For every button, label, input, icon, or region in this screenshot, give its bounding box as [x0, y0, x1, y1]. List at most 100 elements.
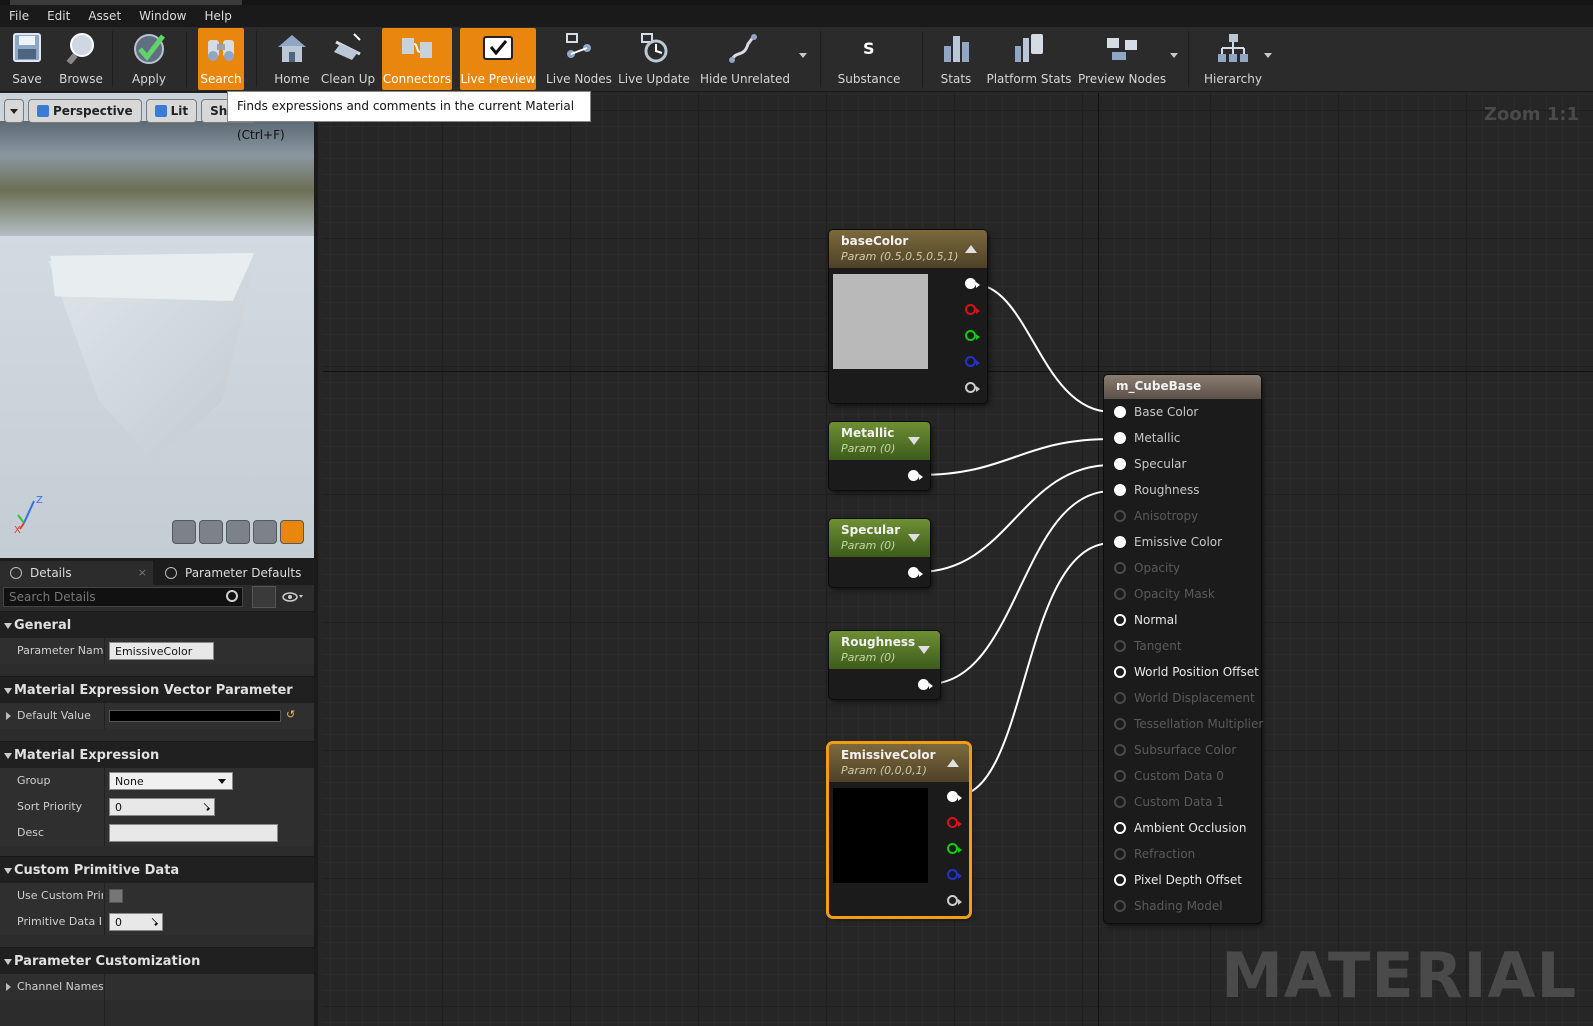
category-general[interactable]: General — [0, 611, 314, 638]
expand-arrow-icon[interactable] — [918, 646, 930, 654]
cube-mesh-icon[interactable] — [253, 520, 277, 544]
hierarchy-button[interactable]: Hierarchy — [1198, 28, 1268, 90]
category-parameter-customization[interactable]: Parameter Customization — [0, 947, 314, 974]
input-pin-icon[interactable] — [1114, 562, 1126, 574]
hide-unrelated-button[interactable]: Hide Unrelated — [700, 28, 790, 90]
prop-default-value[interactable]: Default Value ↺ — [0, 703, 314, 729]
group-combobox[interactable]: None — [109, 772, 233, 790]
input-pin-icon[interactable] — [1114, 484, 1126, 496]
output-pin-rgb[interactable] — [965, 278, 980, 289]
clean-up-button[interactable]: Clean Up — [318, 28, 378, 90]
preview-nodes-button[interactable]: Preview Nodes — [1078, 28, 1166, 90]
output-pin-g[interactable] — [947, 843, 962, 854]
save-button[interactable]: Save — [4, 28, 50, 90]
close-tab-icon[interactable]: × — [138, 561, 147, 585]
preview-viewport[interactable]: Perspective Lit Show Z X — [0, 93, 314, 558]
input-pin-icon[interactable] — [1114, 874, 1126, 886]
cylinder-mesh-icon[interactable] — [172, 520, 196, 544]
input-pin-icon[interactable] — [1114, 718, 1126, 730]
category-material-expression[interactable]: Material Expression — [0, 741, 314, 768]
collapse-arrow-icon[interactable] — [947, 759, 959, 767]
preview-nodes-dropdown[interactable] — [1170, 53, 1178, 58]
input-pin-icon[interactable] — [1114, 666, 1126, 678]
platform-stats-button[interactable]: Platform Stats — [984, 28, 1074, 90]
desc-field[interactable] — [109, 824, 278, 842]
view-options-eye-icon[interactable] — [282, 591, 306, 603]
input-pin-icon[interactable] — [1114, 770, 1126, 782]
output-pin-a[interactable] — [965, 382, 980, 393]
tab-details[interactable]: Details × — [0, 561, 153, 585]
live-update-button[interactable]: Live Update — [618, 28, 690, 90]
apply-button[interactable]: Apply — [126, 28, 172, 90]
viewport-options-button[interactable] — [4, 99, 24, 123]
output-pin-b[interactable] — [947, 869, 962, 880]
input-pin-icon[interactable] — [1114, 822, 1126, 834]
search-button[interactable]: Search — [198, 28, 244, 90]
prop-channel-names[interactable]: Channel Names — [0, 974, 314, 1000]
node-material-result[interactable]: m_CubeBase Base Color Metallic Specular Rou… — [1104, 375, 1263, 923]
default-value-color-block[interactable] — [109, 710, 281, 722]
input-pin-icon[interactable] — [1114, 458, 1126, 470]
teapot-mesh-icon[interactable] — [280, 520, 304, 544]
input-pin-icon[interactable] — [1114, 406, 1126, 418]
prop-parameter-name: Parameter Name EmissiveColor — [0, 638, 314, 664]
plane-mesh-icon[interactable] — [226, 520, 250, 544]
reset-to-default-icon[interactable]: ↺ — [286, 708, 295, 721]
input-pin-icon[interactable] — [1114, 796, 1126, 808]
browse-button[interactable]: Browse — [56, 28, 106, 90]
menu-window[interactable]: Window — [130, 5, 195, 27]
menu-help[interactable]: Help — [195, 5, 240, 27]
output-pin[interactable] — [908, 470, 923, 481]
input-pin-icon[interactable] — [1114, 536, 1126, 548]
node-emissivecolor[interactable]: EmissiveColor Param (0,0,0,1) — [829, 744, 969, 916]
hide-unrelated-dropdown[interactable] — [799, 53, 807, 58]
node-metallic[interactable]: Metallic Param (0) — [829, 422, 930, 490]
input-pin-icon[interactable] — [1114, 744, 1126, 756]
node-roughness[interactable]: Roughness Param (0) — [829, 631, 940, 699]
stats-button[interactable]: Stats — [930, 28, 982, 90]
primitive-data-index-spinbox[interactable]: 0 — [109, 913, 163, 931]
output-pin-a[interactable] — [947, 895, 962, 906]
perspective-button[interactable]: Perspective — [28, 99, 142, 123]
sphere-mesh-icon[interactable] — [199, 520, 223, 544]
output-pin-r[interactable] — [947, 817, 962, 828]
expand-arrow-icon[interactable] — [908, 437, 920, 445]
expand-arrow-icon[interactable] — [908, 534, 920, 542]
live-preview-button[interactable]: Live Preview — [460, 28, 536, 90]
substance-button[interactable]: S Substance — [834, 28, 904, 90]
tab-parameter-defaults[interactable]: Parameter Defaults — [155, 561, 305, 585]
input-pin-icon[interactable] — [1114, 432, 1126, 444]
menu-edit[interactable]: Edit — [38, 5, 79, 27]
hierarchy-dropdown[interactable] — [1264, 53, 1272, 58]
search-icon — [226, 590, 238, 602]
menu-asset[interactable]: Asset — [79, 5, 130, 27]
connectors-button[interactable]: Connectors — [382, 28, 452, 90]
input-pin-icon[interactable] — [1114, 692, 1126, 704]
category-vector-parameter[interactable]: Material Expression Vector Parameter — [0, 676, 314, 703]
output-pin[interactable] — [908, 567, 923, 578]
output-pin-rgb[interactable] — [947, 791, 962, 802]
collapse-arrow-icon[interactable] — [965, 245, 977, 253]
input-pin-icon[interactable] — [1114, 900, 1126, 912]
sort-priority-spinbox[interactable]: 0 — [109, 798, 215, 816]
input-pin-icon[interactable] — [1114, 848, 1126, 860]
node-specular[interactable]: Specular Param (0) — [829, 519, 930, 587]
input-pin-icon[interactable] — [1114, 510, 1126, 522]
lit-button[interactable]: Lit — [145, 99, 198, 123]
live-nodes-button[interactable]: Live Nodes — [544, 28, 614, 90]
output-pin-r[interactable] — [965, 304, 980, 315]
input-pin-icon[interactable] — [1114, 640, 1126, 652]
property-matrix-button[interactable] — [252, 586, 276, 608]
search-details-input[interactable]: Search Details — [3, 587, 243, 607]
use-custom-prim-checkbox[interactable] — [109, 889, 123, 903]
menu-file[interactable]: File — [0, 5, 38, 27]
output-pin-b[interactable] — [965, 356, 980, 367]
output-pin-g[interactable] — [965, 330, 980, 341]
category-custom-primitive-data[interactable]: Custom Primitive Data — [0, 856, 314, 883]
input-pin-icon[interactable] — [1114, 588, 1126, 600]
node-basecolor[interactable]: baseColor Param (0.5,0.5,0.5,1) — [829, 230, 987, 403]
parameter-name-field[interactable]: EmissiveColor — [109, 642, 214, 660]
input-pin-icon[interactable] — [1114, 614, 1126, 626]
output-pin[interactable] — [918, 679, 933, 690]
home-button[interactable]: Home — [268, 28, 316, 90]
